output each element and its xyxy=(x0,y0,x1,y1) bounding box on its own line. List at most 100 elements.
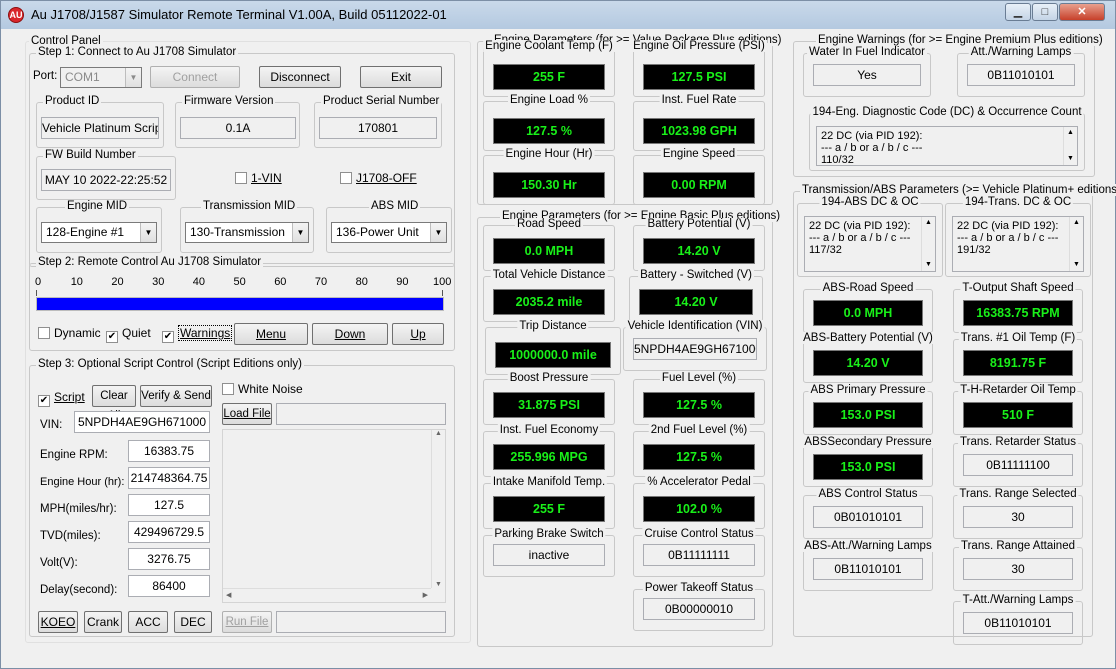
j1708-off-checkbox[interactable]: J1708-OFF xyxy=(340,172,417,185)
boost-pressure-value: 31.875 PSI xyxy=(493,392,605,418)
checkbox-icon xyxy=(340,172,352,184)
abs-mid-group: ABS MID 136-Power Unit ▼ xyxy=(326,200,452,253)
tvd-input[interactable]: 429496729.5 xyxy=(128,521,210,543)
dec-label: DEC xyxy=(180,615,206,629)
maximize-button[interactable]: □ xyxy=(1032,3,1058,21)
battery-potential-value: 14.20 V xyxy=(643,238,755,264)
load-file-path[interactable] xyxy=(276,403,446,425)
total-vehicle-distance-group: Total Vehicle Distance 2035.2 mile xyxy=(483,269,615,322)
one-vin-checkbox[interactable]: 1-VIN xyxy=(235,172,282,185)
engine-diagnostic-code-title: 194-Eng. Diagnostic Code (DC) & Occurren… xyxy=(810,106,1084,118)
retarder-status-value: 0B11111100 xyxy=(963,454,1073,476)
battery-potential-group: Battery Potential (V) 14.20 V xyxy=(633,218,765,271)
progress-tick-label: 70 xyxy=(314,276,328,288)
menu-button[interactable]: Menu xyxy=(234,323,308,345)
hour-input[interactable]: 214748364.75 xyxy=(128,467,210,489)
engine-load-title: Engine Load % xyxy=(507,94,591,106)
vin-input[interactable]: 5NPDH4AE9GH671000 xyxy=(74,411,210,433)
dynamic-checkbox[interactable]: Dynamic xyxy=(38,327,101,340)
script-checkbox[interactable]: ✔ Script xyxy=(38,391,85,407)
trans-diagnostic-code-group: 194-Trans. DC & OC 22 DC (via PID 192): -… xyxy=(945,196,1091,277)
vertical-scrollbar[interactable]: ▲ ▼ xyxy=(431,430,445,588)
white-noise-checkbox[interactable]: White Noise xyxy=(222,383,303,396)
abs-road-speed-group: ABS-Road Speed 0.0 MPH xyxy=(803,282,933,333)
fw-build-group: FW Build Number MAY 10 2022-22:25:52 xyxy=(36,149,176,200)
step2-group: Step 2: Remote Control Au J1708 Simulato… xyxy=(29,256,455,351)
title-bar[interactable]: AU Au J1708/J1587 Simulator Remote Termi… xyxy=(1,1,1115,29)
serial-number-group: Product Serial Number 170801 xyxy=(314,95,442,148)
step1-group: Step 1: Connect to Au J1708 Simulator Po… xyxy=(29,46,455,267)
horizontal-scrollbar[interactable]: ◀ ▶ xyxy=(223,588,431,602)
verify-send-button[interactable]: Verify & Send xyxy=(140,385,212,407)
coolant-temp-value: 255 F xyxy=(493,64,605,90)
dec-button[interactable]: DEC xyxy=(174,611,212,633)
disconnect-button[interactable]: Disconnect xyxy=(259,66,341,88)
disconnect-label: Disconnect xyxy=(270,70,330,84)
port-select[interactable]: COM1 ▼ xyxy=(60,67,142,88)
engine-diagnostic-code-textarea[interactable]: 22 DC (via PID 192): --- a / b or a / b … xyxy=(816,126,1078,166)
water-in-fuel-group: Water In Fuel Indicator Yes xyxy=(803,46,931,97)
koeo-button[interactable]: KOEO xyxy=(38,611,78,633)
engine-mid-select[interactable]: 128-Engine #1 ▼ xyxy=(41,222,157,243)
delay-input[interactable]: 86400 xyxy=(128,575,210,597)
exit-button[interactable]: Exit xyxy=(360,66,442,88)
step2-title: Step 2: Remote Control Au J1708 Simulato… xyxy=(36,256,264,268)
tvd-label: TVD(miles): xyxy=(40,530,101,542)
quiet-checkbox[interactable]: ✔ Quiet xyxy=(106,327,151,343)
abs-mid-select[interactable]: 136-Power Unit ▼ xyxy=(331,222,447,243)
load-file-label: Load File xyxy=(223,408,271,420)
rpm-input[interactable]: 16383.75 xyxy=(128,440,210,462)
down-button[interactable]: Down xyxy=(312,323,388,345)
fuel-level-value: 127.5 % xyxy=(643,392,755,418)
fuel-economy-title: Inst. Fuel Economy xyxy=(497,424,601,436)
script-editor[interactable]: ▲ ▼ ◀ ▶ xyxy=(222,429,446,603)
serial-number-title: Product Serial Number xyxy=(321,95,442,107)
progress-track[interactable] xyxy=(36,297,444,311)
trans-diagnostic-code-textarea[interactable]: 22 DC (via PID 192): --- a / b or a / b … xyxy=(952,216,1084,272)
engine-speed-group: Engine Speed 0.00 RPM xyxy=(633,148,765,205)
scroll-down-icon: ▼ xyxy=(435,581,442,588)
close-button[interactable]: ✕ xyxy=(1059,3,1105,21)
minimize-button[interactable]: ▁ xyxy=(1005,3,1031,21)
water-in-fuel-value: Yes xyxy=(813,64,921,86)
abs-diagnostic-code-textarea[interactable]: 22 DC (via PID 192): --- a / b or a / b … xyxy=(804,216,936,272)
vertical-scrollbar[interactable]: ▲ ▼ xyxy=(921,217,935,271)
app-logo-icon: AU xyxy=(8,7,24,23)
up-button[interactable]: Up xyxy=(392,323,444,345)
range-attained-value: 30 xyxy=(963,558,1073,580)
engine-warning-lamps-value: 0B11010101 xyxy=(967,64,1075,86)
down-label: Down xyxy=(334,327,366,341)
j1708-off-label: J1708-OFF xyxy=(356,171,417,185)
trans-warning-lamps-title: T-Att./Warning Lamps xyxy=(960,594,1076,606)
scroll-up-icon: ▲ xyxy=(925,219,932,226)
abs-control-status-group: ABS Control Status 0B01010101 xyxy=(803,488,933,539)
fuel-rate-title: Inst. Fuel Rate xyxy=(659,94,739,106)
run-file-button[interactable]: Run File xyxy=(222,611,272,633)
crank-button[interactable]: Crank xyxy=(84,611,122,633)
engine-speed-value: 0.00 RPM xyxy=(643,172,755,198)
mph-input[interactable]: 127.5 xyxy=(128,494,210,516)
transmission-mid-group: Transmission MID 130-Transmission ▼ xyxy=(180,200,314,253)
vertical-scrollbar[interactable]: ▲ ▼ xyxy=(1063,127,1077,165)
acc-button[interactable]: ACC xyxy=(128,611,168,633)
warnings-checkbox[interactable]: ✔ Warnings xyxy=(162,325,233,343)
vertical-scrollbar[interactable]: ▲ ▼ xyxy=(1069,217,1083,271)
abs-diagnostic-code-group: 194-ABS DC & OC 22 DC (via PID 192): --- … xyxy=(797,196,943,277)
transmission-mid-select[interactable]: 130-Transmission ▼ xyxy=(185,222,309,243)
range-attained-group: Trans. Range Attained 30 xyxy=(953,540,1083,591)
boost-pressure-group: Boost Pressure 31.875 PSI xyxy=(483,372,615,425)
engine-hour-value: 150.30 Hr xyxy=(493,172,605,198)
progress-tick-label: 100 xyxy=(433,276,452,288)
abs-warning-lamps-value: 0B11010101 xyxy=(813,558,923,580)
retarder-status-title: Trans. Retarder Status xyxy=(958,436,1078,448)
rpm-label: Engine RPM: xyxy=(40,449,108,461)
load-file-button[interactable]: Load File xyxy=(222,403,272,425)
verify-send-label: Verify & Send xyxy=(141,390,211,402)
volt-input[interactable]: 3276.75 xyxy=(128,548,210,570)
clear-all-button[interactable]: Clear All xyxy=(92,385,136,422)
main-window: AU Au J1708/J1587 Simulator Remote Termi… xyxy=(0,0,1116,669)
accelerator-pedal-title: % Accelerator Pedal xyxy=(645,476,753,488)
run-file-path[interactable] xyxy=(276,611,446,633)
progress-tick-label: 90 xyxy=(396,276,409,288)
connect-button[interactable]: Connect xyxy=(150,66,240,88)
